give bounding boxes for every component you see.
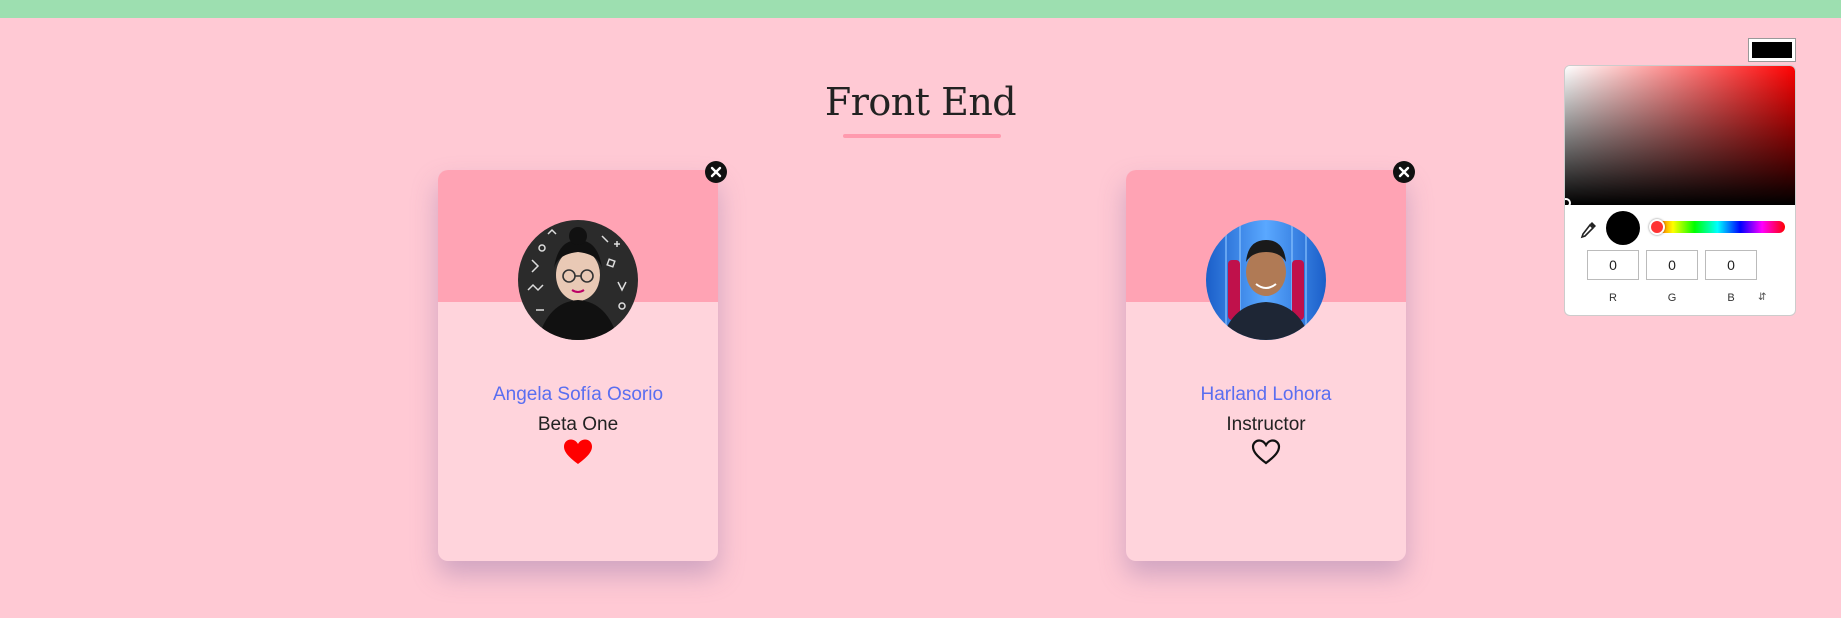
card-role: Instructor [1226,414,1306,435]
woman-with-glasses-photo-icon [518,220,638,340]
hue-slider[interactable] [1650,221,1785,233]
hue-slider-handle[interactable] [1649,219,1665,235]
title-underline [843,134,1001,138]
close-button[interactable] [1393,161,1415,183]
chevron-updown-icon[interactable]: ⇵ [1758,292,1766,303]
heart-filled-icon[interactable] [563,438,593,466]
red-input[interactable]: 0 [1587,250,1639,280]
heart-outline-icon[interactable] [1251,438,1281,466]
close-icon [1398,166,1410,178]
profile-card: Angela Sofía Osorio Beta One [438,161,727,561]
color-preview [1606,211,1640,245]
green-input[interactable]: 0 [1646,250,1698,280]
close-button[interactable] [705,161,727,183]
card-role: Beta One [537,414,619,435]
color-swatch-button[interactable] [1748,38,1796,62]
avatar [518,220,638,340]
close-icon [710,166,722,178]
card-name: Angela Sofía Osorio [492,384,664,405]
profile-card: Harland Lohora Instructor [1126,161,1415,561]
saturation-area[interactable] [1565,66,1795,205]
top-bar [0,0,1841,18]
card-name: Harland Lohora [1200,384,1332,405]
blue-label: B [1727,292,1735,304]
saturation-handle[interactable] [1565,198,1571,208]
avatar [1206,220,1326,340]
color-swatch [1752,42,1792,58]
color-picker-panel: 0 0 0 R G B ⇵ [1564,65,1796,316]
man-portrait-photo-icon [1206,220,1326,340]
eyedropper-icon[interactable] [1579,219,1599,239]
green-label: G [1667,292,1677,304]
blue-input[interactable]: 0 [1705,250,1757,280]
red-label: R [1609,292,1617,304]
